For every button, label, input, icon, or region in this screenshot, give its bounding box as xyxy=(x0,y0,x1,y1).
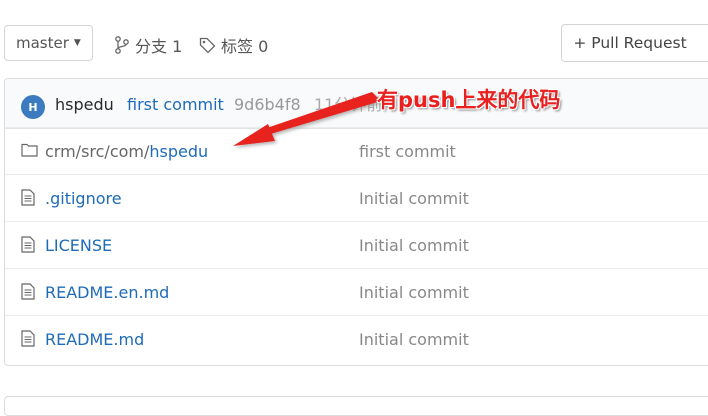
avatar[interactable]: H xyxy=(21,95,45,119)
repo-toolbar: master ▼ 分支 1 标签 0 + Pull Request xyxy=(0,0,708,80)
file-icon xyxy=(21,236,35,253)
table-row[interactable]: crm/src/com/hspedu first commit xyxy=(5,127,708,174)
latest-commit-bar: H hspedu first commit 9d6b4f8 11分钟前 xyxy=(5,79,708,129)
readme-panel xyxy=(4,396,708,416)
caret-down-icon: ▼ xyxy=(73,38,81,48)
tags-label: 标签 0 xyxy=(221,37,269,56)
table-row[interactable]: README.md Initial commit xyxy=(5,315,708,362)
file-commit-message[interactable]: Initial commit xyxy=(359,330,469,349)
branches-label: 分支 1 xyxy=(135,37,183,56)
branches-link[interactable]: 分支 1 xyxy=(114,33,182,57)
file-commit-message[interactable]: first commit xyxy=(359,142,456,161)
file-icon xyxy=(21,189,35,206)
pull-request-label: + Pull Request xyxy=(573,34,687,52)
file-name[interactable]: crm/src/com/hspedu xyxy=(45,142,208,161)
tag-icon xyxy=(199,37,216,53)
file-list: H hspedu first commit 9d6b4f8 11分钟前 crm/… xyxy=(4,78,708,366)
branch-selector[interactable]: master ▼ xyxy=(4,25,93,61)
commit-message[interactable]: first commit xyxy=(127,96,224,114)
table-row[interactable]: LICENSE Initial commit xyxy=(5,221,708,268)
file-commit-message[interactable]: Initial commit xyxy=(359,189,469,208)
tags-link[interactable]: 标签 0 xyxy=(199,33,268,57)
table-row[interactable]: .gitignore Initial commit xyxy=(5,174,708,221)
file-commit-message[interactable]: Initial commit xyxy=(359,283,469,302)
commit-author[interactable]: hspedu xyxy=(55,96,114,114)
file-icon xyxy=(21,330,35,347)
file-name[interactable]: README.en.md xyxy=(45,283,169,302)
file-name[interactable]: README.md xyxy=(45,330,144,349)
folder-name: hspedu xyxy=(149,142,209,161)
file-name[interactable]: LICENSE xyxy=(45,236,112,255)
file-name[interactable]: .gitignore xyxy=(45,189,122,208)
file-commit-message[interactable]: Initial commit xyxy=(359,236,469,255)
annotation-label: 有push上来的代码 xyxy=(377,88,561,112)
path-prefix: crm/src/com/ xyxy=(45,142,150,161)
table-row[interactable]: README.en.md Initial commit xyxy=(5,268,708,315)
branch-icon xyxy=(115,36,129,54)
branch-name: master xyxy=(16,34,69,52)
folder-icon xyxy=(21,143,38,157)
pull-request-button[interactable]: + Pull Request xyxy=(561,24,699,62)
commit-time: 11分钟前 xyxy=(314,95,383,114)
pull-request-dropdown-button[interactable] xyxy=(698,24,708,62)
file-icon xyxy=(21,283,35,300)
commit-sha[interactable]: 9d6b4f8 xyxy=(234,96,301,114)
